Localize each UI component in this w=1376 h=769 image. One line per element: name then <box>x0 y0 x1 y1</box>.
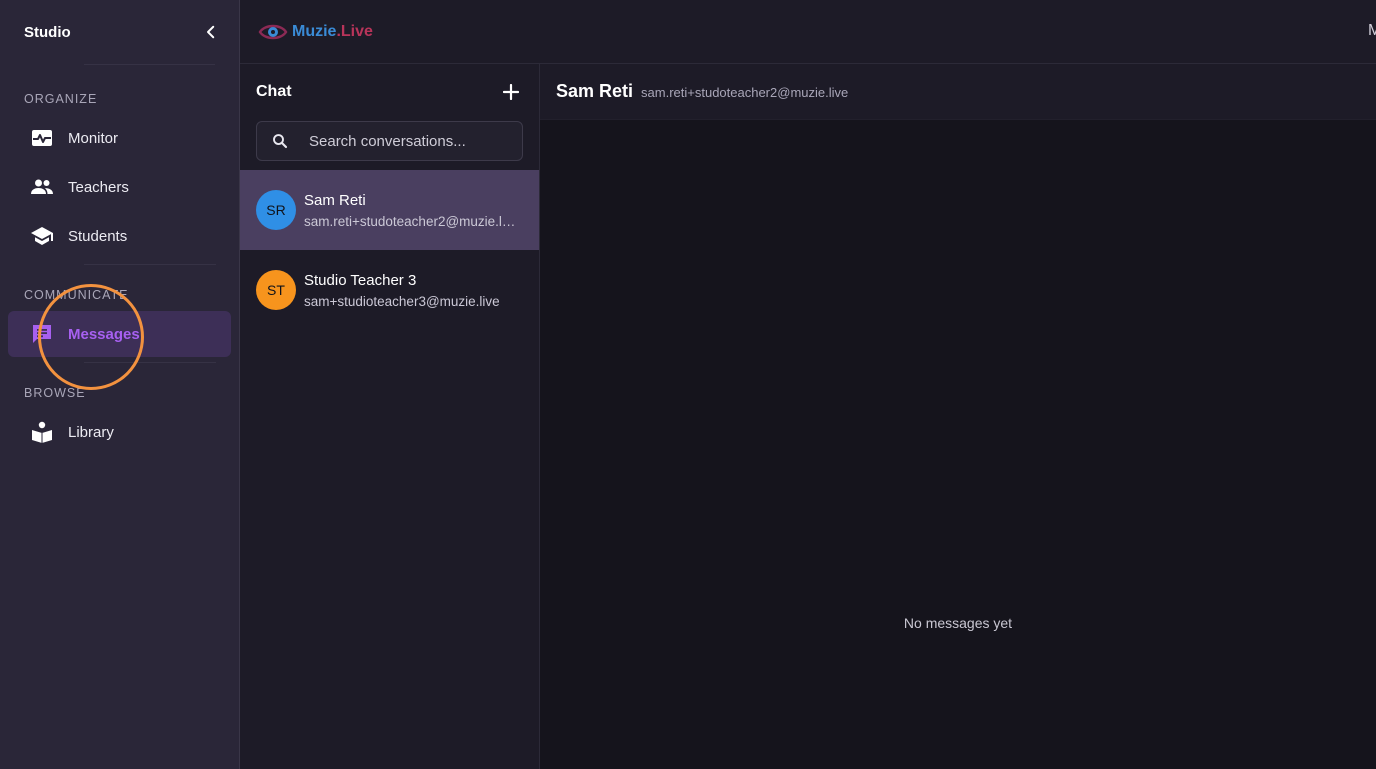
top-bar: Muzie.Live M <box>240 0 1376 64</box>
conversation-item-studio-teacher-3[interactable]: ST Studio Teacher 3 sam+studioteacher3@m… <box>240 250 539 330</box>
new-chat-button[interactable] <box>499 80 523 104</box>
conversation-item-sam-reti[interactable]: SR Sam Reti sam.reti+studoteacher2@muzie… <box>240 170 539 250</box>
sidebar-item-label: Students <box>68 227 128 245</box>
collapse-sidebar-button[interactable] <box>199 20 223 44</box>
divider <box>84 64 215 65</box>
conversation-name: Studio Teacher 3 <box>304 271 417 289</box>
chat-main-panel: Sam Reti sam.reti+studoteacher2@muzie.li… <box>540 64 1376 769</box>
topbar-truncated-item[interactable]: M <box>1368 22 1376 40</box>
section-label-browse: BROWSE <box>24 386 86 400</box>
monitor-heartbeat-icon <box>30 126 54 150</box>
app-logo[interactable]: Muzie.Live <box>258 21 373 43</box>
conversation-email: sam+studioteacher3@muzie.live <box>304 293 500 309</box>
conversation-list-panel: Chat SR Sam Reti sam.reti+studoteacher2@… <box>240 64 540 769</box>
sidebar-header: Studio <box>0 0 239 64</box>
logo-text: Muzie.Live <box>292 22 373 40</box>
sidebar-item-students[interactable]: Students <box>8 213 231 259</box>
book-reader-icon <box>30 420 54 444</box>
sidebar-item-label: Monitor <box>68 129 119 147</box>
sidebar-item-monitor[interactable]: Monitor <box>8 115 231 161</box>
sidebar-item-library[interactable]: Library <box>8 409 231 455</box>
eye-logo-icon <box>258 24 288 39</box>
chat-bubble-icon <box>30 322 54 346</box>
avatar: ST <box>256 270 296 310</box>
chat-contact-email: sam.reti+studoteacher2@muzie.live <box>641 85 849 100</box>
sidebar-title: Studio <box>24 23 71 41</box>
avatar: SR <box>256 190 296 230</box>
search-input[interactable] <box>309 132 509 150</box>
chat-contact-name: Sam Reti <box>556 81 634 101</box>
chat-header: Sam Reti sam.reti+studoteacher2@muzie.li… <box>540 64 1376 120</box>
chat-list-title: Chat <box>256 83 292 100</box>
sidebar-item-label: Messages <box>68 325 140 343</box>
search-box <box>256 121 523 161</box>
search-icon <box>273 134 288 149</box>
people-icon <box>30 175 54 199</box>
sidebar-item-messages[interactable]: Messages <box>8 311 231 357</box>
sidebar-item-label: Library <box>68 423 114 441</box>
sidebar-item-label: Teachers <box>68 178 129 196</box>
conversation-email: sam.reti+studoteacher2@muzie.live <box>304 213 516 229</box>
divider <box>84 264 216 265</box>
plus-icon <box>503 84 519 100</box>
section-label-communicate: COMMUNICATE <box>24 288 129 302</box>
section-label-organize: ORGANIZE <box>24 92 98 106</box>
chat-list-header: Chat <box>240 64 539 120</box>
graduation-cap-icon <box>30 224 54 248</box>
sidebar-item-teachers[interactable]: Teachers <box>8 164 231 210</box>
chevron-left-icon <box>207 25 215 39</box>
sidebar: Studio ORGANIZE Monitor Teachers Student… <box>0 0 240 769</box>
empty-state-message: No messages yet <box>903 615 1013 631</box>
divider <box>84 362 216 363</box>
conversation-name: Sam Reti <box>304 191 366 209</box>
